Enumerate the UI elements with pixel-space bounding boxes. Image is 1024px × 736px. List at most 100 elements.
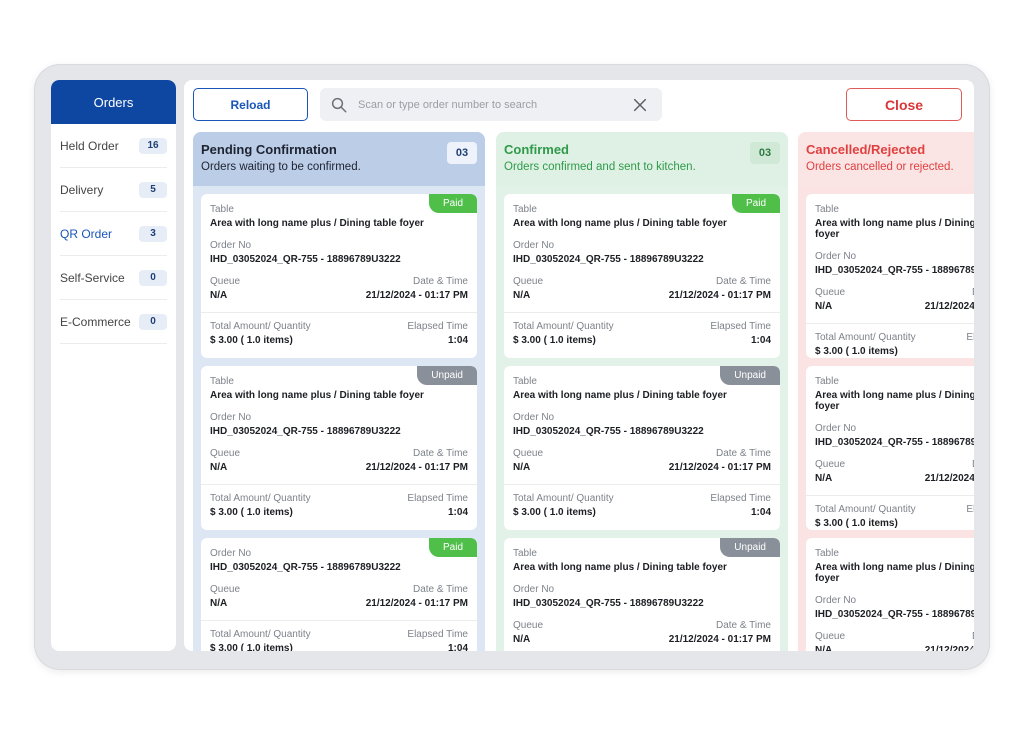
total-label: Total Amount/ Quantity	[513, 321, 614, 332]
queue-value: N/A	[210, 462, 228, 473]
order-card[interactable]: Paid Table Area with long name plus / Dini…	[504, 194, 780, 358]
queue-label: Queue	[513, 620, 544, 631]
total-value: $ 3.00 ( 1.0 items)	[513, 507, 596, 518]
order-no-field: Order No IHD_03052024_QR-755 - 18896789U3…	[815, 251, 974, 276]
date-time-label: Date & Time	[412, 448, 468, 459]
date-time-label: Date & Time	[925, 631, 974, 642]
search-bar	[320, 88, 662, 121]
queue-label: Queue	[210, 584, 241, 595]
queue-label: Queue	[815, 287, 846, 298]
order-card[interactable]: Table Area with long name plus / Dining t…	[806, 366, 974, 530]
count-badge: 5	[139, 181, 167, 198]
total-elapsed-row: Total Amount/ Quantity $ 3.00 ( 1.0 items…	[815, 504, 974, 529]
elapsed-label: Elapsed Time	[966, 504, 974, 515]
total-field: Total Amount/ Quantity $ 3.00 ( 1.0 items…	[513, 493, 614, 518]
order-no-label: Order No	[513, 412, 555, 423]
elapsed-field: Elapsed Time 1:04	[710, 493, 771, 518]
payment-status-badge: Paid	[428, 538, 477, 557]
date-time-field: Date & Time 21/12/2024 - 01:17 PM	[669, 276, 771, 301]
elapsed-field: Elapsed Time 1:04	[407, 493, 468, 518]
queue-label: Queue	[210, 448, 241, 459]
date-time-field: Date & Time 21/12/2024 - 01:17 PM	[366, 276, 468, 301]
date-time-label: Date & Time	[925, 459, 974, 470]
table-label: Table	[815, 548, 839, 559]
order-no-label: Order No	[210, 412, 252, 423]
payment-status-badge: Unpaid	[720, 538, 780, 557]
elapsed-label: Elapsed Time	[407, 629, 468, 640]
queue-field: Queue N/A	[210, 276, 240, 301]
order-no-value: IHD_03052024_QR-755 - 18896789U3222	[210, 426, 401, 437]
sidebar-item-qr-order[interactable]: QR Order 3	[60, 212, 167, 256]
total-field: Total Amount/ Quantity $ 3.00 ( 1.0 items…	[513, 321, 614, 346]
column-count-badge: 03	[750, 142, 780, 164]
table-value: Area with long name plus / Dining table …	[210, 390, 424, 401]
card-divider	[504, 484, 780, 485]
date-time-value: 21/12/2024 - 01:17 PM	[365, 290, 468, 301]
total-elapsed-row: Total Amount/ Quantity $ 3.00 ( 1.0 items…	[815, 332, 974, 357]
search-input[interactable]	[356, 97, 632, 112]
order-no-value: IHD_03052024_QR-755 - 18896789U3222	[513, 598, 704, 609]
date-time-field: Date & Time 21/12/2024 - 01:17 PM	[366, 448, 468, 473]
order-card[interactable]: Table Area with long name plus / Dining t…	[806, 538, 974, 651]
queue-label: Queue	[513, 448, 544, 459]
order-card[interactable]: Unpaid Table Area with long name plus / Di…	[504, 366, 780, 530]
order-no-field: Order No IHD_03052024_QR-755 - 18896789U3…	[210, 240, 468, 265]
column-title: Pending Confirmation	[201, 142, 337, 157]
close-icon[interactable]	[632, 97, 648, 113]
elapsed-field: Elapsed Time 1:04	[407, 629, 468, 651]
table-value: Area with long name plus / Dining table …	[513, 218, 727, 229]
order-card[interactable]: Unpaid Table Area with long name plus / Di…	[201, 366, 477, 530]
elapsed-label: Elapsed Time	[966, 332, 974, 343]
date-time-label: Date & Time	[412, 276, 468, 287]
card-divider	[806, 323, 974, 324]
total-field: Total Amount/ Quantity $ 3.00 ( 1.0 items…	[210, 321, 311, 346]
total-value: $ 3.00 ( 1.0 items)	[815, 518, 898, 529]
date-time-value: 21/12/2024 - 01:17 PM	[365, 598, 468, 609]
order-card[interactable]: Paid Order No IHD_03052024_QR-755 - 188967…	[201, 538, 477, 651]
queue-value: N/A	[815, 301, 833, 312]
order-no-field: Order No IHD_03052024_QR-755 - 18896789U3…	[815, 595, 974, 620]
total-elapsed-row: Total Amount/ Quantity $ 3.00 ( 1.0 items…	[513, 321, 771, 346]
sidebar-item-self-service[interactable]: Self-Service 0	[60, 256, 167, 300]
order-card[interactable]: Paid Table Area with long name plus / Dini…	[201, 194, 477, 358]
total-elapsed-row: Total Amount/ Quantity $ 3.00 ( 1.0 items…	[210, 493, 468, 518]
order-no-value: IHD_03052024_QR-755 - 18896789U3222	[210, 254, 401, 265]
queue-datetime-row: Queue N/A Date & Time 21/12/2024 - 01:17 PM	[513, 276, 771, 301]
sidebar-item-delivery[interactable]: Delivery 5	[60, 168, 167, 212]
elapsed-value: 1:04	[447, 643, 468, 651]
column-header: Confirmed Orders confirmed and sent to ki…	[496, 132, 788, 186]
sidebar: Orders Held Order 16 Delivery 5 QR Order 3 Sel…	[51, 80, 176, 651]
queue-value: N/A	[513, 634, 531, 645]
order-card[interactable]: Unpaid Table Area with long name plus / Di…	[504, 538, 780, 651]
order-card[interactable]: Table Area with long name plus / Dining t…	[806, 194, 974, 358]
elapsed-label: Elapsed Time	[710, 493, 771, 504]
total-label: Total Amount/ Quantity	[210, 493, 311, 504]
total-elapsed-row: Total Amount/ Quantity $ 3.00 ( 1.0 items…	[210, 321, 468, 346]
elapsed-value: 1:04	[750, 335, 771, 346]
queue-field: Queue N/A	[815, 631, 845, 651]
column-count-badge: 03	[447, 142, 477, 164]
date-time-field: Date & Time 21/12/2024 - 01:17 PM	[925, 459, 974, 484]
reload-button[interactable]: Reload	[193, 88, 308, 121]
table-value: Area with long name plus / Dining table …	[513, 390, 727, 401]
elapsed-field: Elapsed Time 1:04	[966, 332, 974, 357]
pending-confirmation-column: Pending Confirmation Orders waiting to be…	[193, 132, 485, 651]
date-time-field: Date & Time 21/12/2024 - 01:17 PM	[669, 448, 771, 473]
elapsed-value: 1:04	[447, 335, 468, 346]
queue-value: N/A	[210, 598, 228, 609]
total-value: $ 3.00 ( 1.0 items)	[210, 507, 293, 518]
total-field: Total Amount/ Quantity $ 3.00 ( 1.0 items…	[210, 629, 311, 651]
date-time-field: Date & Time 21/12/2024 - 01:17 PM	[366, 584, 468, 609]
total-label: Total Amount/ Quantity	[815, 504, 916, 515]
total-value: $ 3.00 ( 1.0 items)	[210, 643, 293, 651]
card-divider	[201, 620, 477, 621]
queue-field: Queue N/A	[210, 448, 240, 473]
queue-datetime-row: Queue N/A Date & Time 21/12/2024 - 01:17 PM	[513, 620, 771, 645]
payment-status-badge: Paid	[731, 194, 780, 213]
order-card-list: Table Area with long name plus / Dining t…	[798, 186, 974, 651]
sidebar-item-held-order[interactable]: Held Order 16	[60, 124, 167, 168]
date-time-label: Date & Time	[412, 584, 468, 595]
sidebar-item-e-commerce[interactable]: E-Commerce 0	[60, 300, 167, 344]
close-button[interactable]: Close	[846, 88, 962, 121]
order-no-field: Order No IHD_03052024_QR-755 - 18896789U3…	[210, 412, 468, 437]
